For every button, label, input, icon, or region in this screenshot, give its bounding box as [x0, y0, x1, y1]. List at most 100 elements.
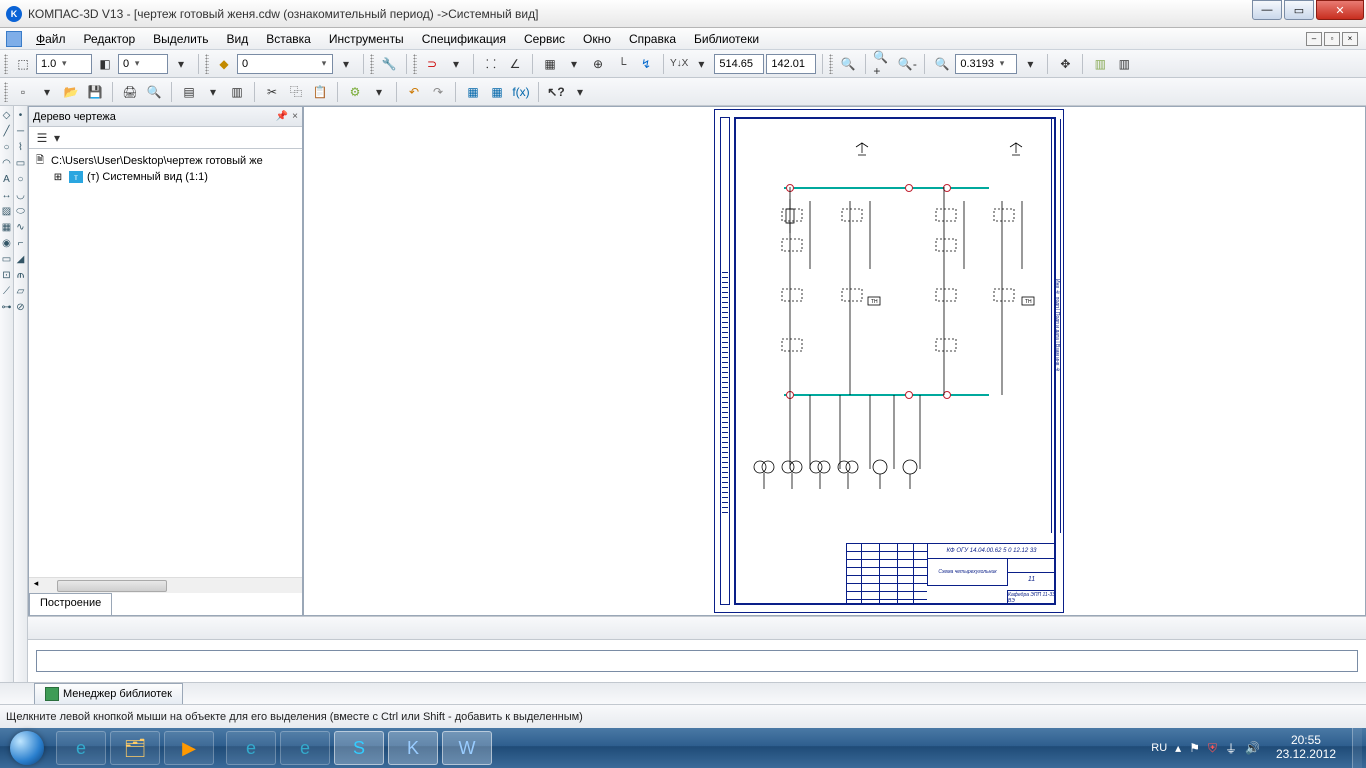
- cut-icon[interactable]: ✂: [261, 81, 283, 103]
- tree-tab-build[interactable]: Построение: [29, 593, 112, 615]
- tree-mode-dd-icon[interactable]: ▾: [51, 129, 63, 147]
- tray-flag-icon[interactable]: ⚑: [1189, 741, 1200, 755]
- bom-dd-icon[interactable]: ▾: [202, 81, 224, 103]
- taskbar-ie-pinned-icon[interactable]: e: [56, 731, 106, 765]
- table-tool-icon[interactable]: ▦: [1, 220, 13, 234]
- menu-view[interactable]: Вид: [219, 30, 257, 48]
- menu-file[interactable]: Файл: [28, 30, 74, 48]
- tray-shield-icon[interactable]: ⛨: [1208, 741, 1217, 756]
- bom2-icon[interactable]: ▥: [226, 81, 248, 103]
- tray-lang[interactable]: RU: [1151, 742, 1167, 754]
- taskbar-skype-icon[interactable]: S: [334, 731, 384, 765]
- layer-icon[interactable]: ◆: [213, 53, 235, 75]
- polyline-tool-icon[interactable]: ⌇: [15, 140, 27, 154]
- command-input[interactable]: [36, 650, 1358, 672]
- grid-dots-icon[interactable]: ⸬: [480, 53, 502, 75]
- paste-icon[interactable]: 📋: [309, 81, 331, 103]
- contour-tool-icon[interactable]: ▱: [15, 284, 27, 298]
- taskbar-wmp-icon[interactable]: ▶: [164, 731, 214, 765]
- taskbar-ie3-icon[interactable]: e: [280, 731, 330, 765]
- ellipse-tool-icon[interactable]: ⬭: [15, 204, 27, 218]
- variables-icon[interactable]: f(x): [510, 81, 532, 103]
- tree-root-item[interactable]: 🗎 C:\Users\User\Desktop\чертеж готовый ж…: [33, 153, 298, 169]
- print-icon[interactable]: 🖨: [119, 81, 141, 103]
- help-icon[interactable]: ↖?: [545, 81, 567, 103]
- properties-icon[interactable]: ⚙: [344, 81, 366, 103]
- line-tool-icon[interactable]: ╱: [1, 124, 13, 138]
- wrench-icon[interactable]: 🔧: [378, 53, 400, 75]
- magnet-icon[interactable]: ⊃: [421, 53, 443, 75]
- taskbar-word-icon[interactable]: W: [442, 731, 492, 765]
- tree-view-item[interactable]: ⊞ т (т) Системный вид (1:1): [33, 169, 298, 185]
- menu-help[interactable]: Справка: [621, 30, 684, 48]
- tray-clock[interactable]: 20:55 23.12.2012: [1268, 734, 1344, 762]
- layer-combo[interactable]: 0▾: [237, 54, 333, 74]
- plus-icon[interactable]: ⊞: [51, 170, 65, 184]
- zoom-combo[interactable]: 0.3193▾: [955, 54, 1017, 74]
- style-dd-icon[interactable]: ▾: [170, 53, 192, 75]
- manager2-icon[interactable]: ▦: [486, 81, 508, 103]
- window-close-button[interactable]: ✕: [1316, 0, 1364, 20]
- library-manager-tab[interactable]: Менеджер библиотек: [34, 683, 183, 704]
- tree-mode-icon[interactable]: ☰: [33, 129, 51, 147]
- segment-tool-icon[interactable]: ─: [15, 124, 27, 138]
- axis-icon[interactable]: ↯: [635, 53, 657, 75]
- window-minimize-button[interactable]: —: [1252, 0, 1282, 20]
- tree-close-icon[interactable]: ×: [292, 111, 298, 122]
- arc2-tool-icon[interactable]: ◡: [15, 188, 27, 202]
- mdi-restore-button[interactable]: ▫: [1324, 32, 1340, 46]
- dim-tool-icon[interactable]: ↔: [1, 188, 13, 202]
- manager1-icon[interactable]: ▦: [462, 81, 484, 103]
- menu-insert[interactable]: Вставка: [258, 30, 319, 48]
- angle-icon[interactable]: ∠: [504, 53, 526, 75]
- menu-libs[interactable]: Библиотеки: [686, 30, 767, 48]
- snap-icon[interactable]: ⬚: [12, 53, 34, 75]
- offset-tool-icon[interactable]: ⫙: [15, 268, 27, 282]
- menu-window[interactable]: Окно: [575, 30, 619, 48]
- zoom-in-icon[interactable]: 🔍+: [872, 53, 894, 75]
- pan-icon[interactable]: ✥: [1054, 53, 1076, 75]
- grid-icon[interactable]: ▦: [539, 53, 561, 75]
- style-stepper-icon[interactable]: ◧: [94, 53, 116, 75]
- states-icon[interactable]: ▥: [1113, 53, 1135, 75]
- redo-icon[interactable]: ↷: [427, 81, 449, 103]
- menu-select[interactable]: Выделить: [145, 30, 216, 48]
- drawing-canvas[interactable]: Инв № подп | Подп и дата | Взам инв №: [303, 106, 1366, 616]
- style-index-combo[interactable]: 0▾: [118, 54, 168, 74]
- menu-tools[interactable]: Инструменты: [321, 30, 412, 48]
- param-tool-icon[interactable]: ⊡: [1, 268, 13, 282]
- menu-editor[interactable]: Редактор: [76, 30, 144, 48]
- menu-service[interactable]: Сервис: [516, 30, 573, 48]
- tray-chevron-up-icon[interactable]: ▴: [1175, 741, 1181, 755]
- tree-h-scrollbar[interactable]: ◂: [29, 577, 302, 593]
- circle2-tool-icon[interactable]: ○: [15, 172, 27, 186]
- geom-icon[interactable]: ◇: [1, 108, 13, 122]
- ortho-icon[interactable]: └: [611, 53, 633, 75]
- save-icon[interactable]: 💾: [84, 81, 106, 103]
- point-tool-icon[interactable]: •: [15, 108, 27, 122]
- symbol-tool-icon[interactable]: ◉: [1, 236, 13, 250]
- layer-dd-icon[interactable]: ▾: [335, 53, 357, 75]
- taskbar-explorer-icon[interactable]: 🗂: [110, 731, 160, 765]
- bom-icon[interactable]: ▤: [178, 81, 200, 103]
- help-dd-icon[interactable]: ▾: [569, 81, 591, 103]
- undo-icon[interactable]: ↶: [403, 81, 425, 103]
- assoc-tool-icon[interactable]: ⊶: [1, 300, 13, 314]
- arc-tool-icon[interactable]: ◠: [1, 156, 13, 170]
- rect-tool-icon[interactable]: ▭: [15, 156, 27, 170]
- show-desktop-button[interactable]: [1352, 728, 1362, 768]
- new-icon[interactable]: ▫: [12, 81, 34, 103]
- zoom-fit-icon[interactable]: 🔍: [931, 53, 953, 75]
- taskbar-ie2-icon[interactable]: e: [226, 731, 276, 765]
- menubar-app-icon[interactable]: [6, 31, 22, 47]
- pin-icon[interactable]: 📌: [276, 111, 288, 122]
- edit-tool-icon[interactable]: ▭: [1, 252, 13, 266]
- views-icon[interactable]: ▥: [1089, 53, 1111, 75]
- fillet-tool-icon[interactable]: ⌐: [15, 236, 27, 250]
- copy-icon[interactable]: ⿻: [285, 81, 307, 103]
- zoom-window-icon[interactable]: 🔍: [837, 53, 859, 75]
- start-button[interactable]: [0, 728, 54, 768]
- new-dd-icon[interactable]: ▾: [36, 81, 58, 103]
- menu-spec[interactable]: Спецификация: [414, 30, 514, 48]
- mdi-minimize-button[interactable]: –: [1306, 32, 1322, 46]
